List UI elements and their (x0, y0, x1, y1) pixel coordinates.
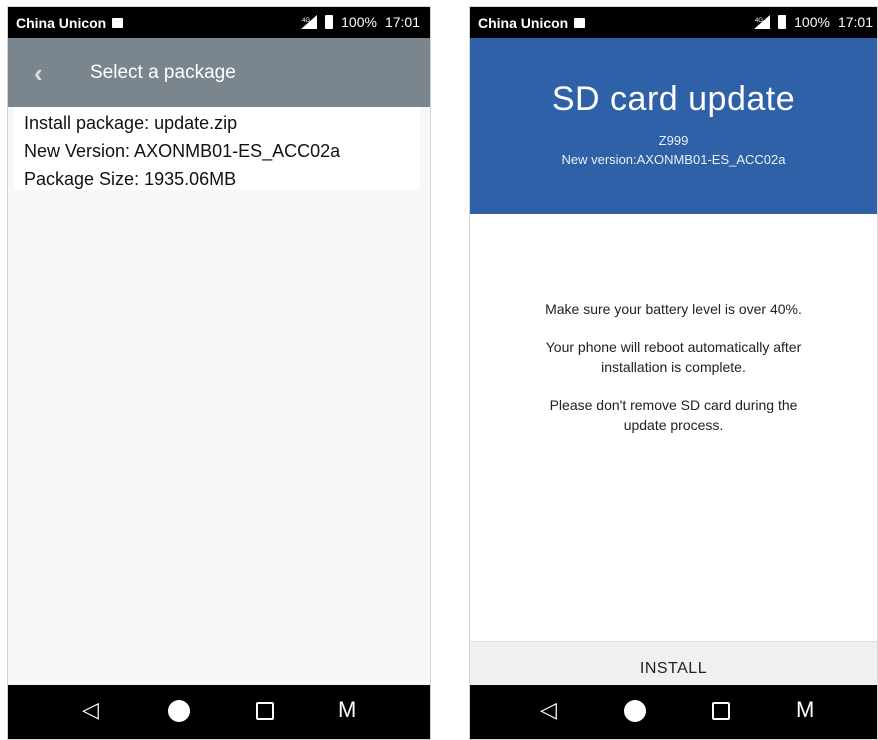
carrier-info: China Unicon (478, 15, 586, 31)
clock: 17:01 (837, 14, 873, 30)
image-notification-icon (574, 18, 586, 28)
image-notification-icon (112, 18, 124, 28)
signal-4g-icon: 4G (301, 15, 318, 29)
carrier-name: China Unicon (478, 15, 569, 31)
svg-text:4G: 4G (302, 18, 310, 24)
page-title: Select a package (90, 62, 236, 83)
status-bar: China Unicon 4G 100% 17:01 (8, 7, 430, 38)
nav-menu-icon[interactable]: M (796, 698, 814, 722)
nav-recents-icon[interactable] (712, 702, 730, 720)
status-indicators: 4G 100% 17:01 (754, 14, 873, 30)
carrier-info: China Unicon (16, 15, 124, 31)
new-version-label: New version:AXONMB01-ES_ACC02a (561, 152, 786, 167)
battery-icon (325, 15, 334, 29)
sd-card-note: Please don't remove SD card during the u… (549, 397, 798, 433)
carrier-name: China Unicon (16, 15, 107, 31)
nav-menu-icon[interactable]: M (338, 698, 356, 722)
new-version-text: New Version: AXONMB01-ES_ACC02a (24, 141, 341, 161)
nav-home-icon[interactable] (624, 700, 646, 722)
battery-note: Make sure your battery level is over 40%… (545, 301, 802, 317)
app-bar: ‹ Select a package (8, 38, 430, 107)
navigation-bar: ◁ M (470, 685, 877, 739)
phone-screen-right: China Unicon 4G 100% 17:01 SD card updat… (469, 6, 878, 740)
device-model: Z999 (658, 133, 689, 148)
nav-back-icon[interactable]: ◁ (82, 698, 99, 722)
back-arrow-icon[interactable]: ‹ (34, 58, 43, 89)
svg-text:4G: 4G (755, 18, 763, 24)
package-size-text: Package Size: 1935.06MB (24, 169, 237, 189)
status-indicators: 4G 100% 17:01 (301, 14, 420, 30)
phone-screen-left: China Unicon 4G 100% 17:01 ‹ Select a pa… (7, 6, 431, 740)
clock: 17:01 (384, 14, 420, 30)
update-header: SD card update Z999 New version:AXONMB01… (470, 38, 877, 214)
install-package-text: Install package: update.zip (24, 113, 238, 133)
battery-percent: 100% (794, 14, 830, 30)
install-button[interactable]: INSTALL (640, 660, 707, 678)
update-title: SD card update (551, 80, 796, 118)
package-info-card[interactable]: Install package: update.zip New Version:… (14, 107, 420, 190)
reboot-note: Your phone will reboot automatically aft… (545, 339, 802, 375)
status-bar: China Unicon 4G 100% 17:01 (470, 7, 877, 38)
nav-back-icon[interactable]: ◁ (540, 698, 557, 722)
nav-recents-icon[interactable] (256, 702, 274, 720)
signal-4g-icon: 4G (754, 15, 771, 29)
nav-home-icon[interactable] (168, 700, 190, 722)
battery-percent: 100% (341, 14, 377, 30)
battery-icon (778, 15, 787, 29)
update-instructions: Make sure your battery level is over 40%… (470, 214, 877, 641)
navigation-bar: ◁ M (8, 685, 430, 739)
